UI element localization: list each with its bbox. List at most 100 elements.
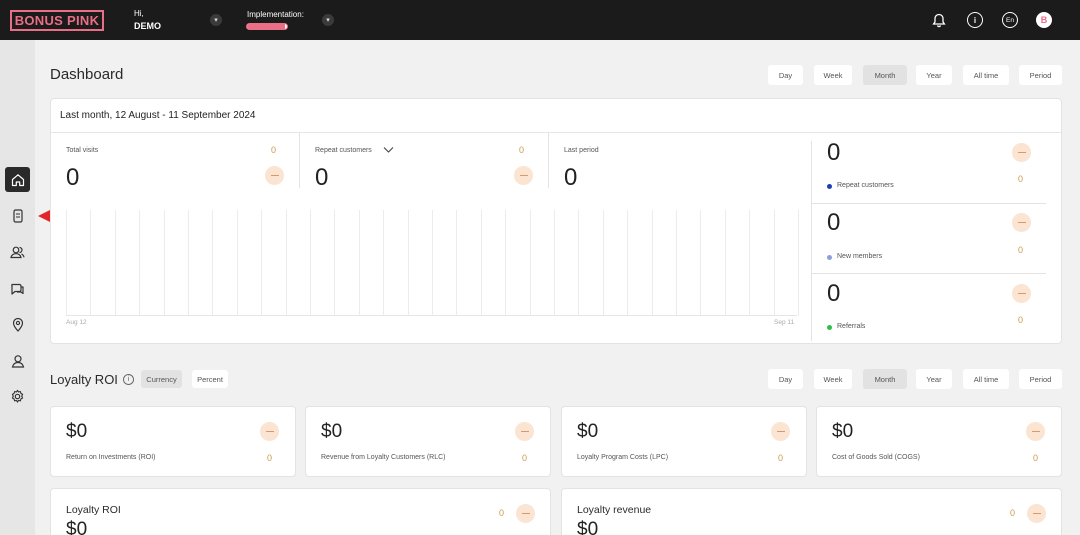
chart-gridline (676, 210, 677, 316)
roi-metric-delta: 0 (267, 453, 273, 463)
sidebar-item-profile[interactable] (5, 348, 30, 373)
roi-metric-delta: 0 (778, 453, 784, 463)
logo[interactable]: BONUS PINK (10, 10, 104, 31)
last-period-value: 0 (564, 164, 578, 191)
legend-dot (827, 325, 832, 330)
chart-gridline (798, 210, 799, 316)
period-year-button[interactable]: Year (916, 65, 952, 85)
period-period-button[interactable]: Period (1019, 369, 1062, 389)
chat-icon (11, 283, 24, 295)
repeat-customers-value: 0 (315, 164, 329, 191)
chart-gridline (505, 210, 507, 316)
chart-gridline (212, 210, 214, 316)
repeat-customers-legend: Repeat customers (837, 182, 894, 189)
roi-metric-delta: 0 (1033, 453, 1039, 463)
chart-gridline (383, 210, 385, 316)
sidebar-item-home[interactable] (5, 167, 30, 192)
chart-gridline (139, 210, 141, 316)
chart-gridline (480, 210, 482, 316)
legend-dot (827, 184, 832, 189)
chart-gridline (749, 210, 751, 316)
trend-neutral-icon (265, 166, 284, 185)
sidebar-item-locations[interactable] (5, 312, 30, 337)
period-day-button[interactable]: Day (768, 369, 803, 389)
mode-percent-button[interactable]: Percent (192, 370, 228, 388)
receipt-icon (12, 208, 23, 223)
roi-metric-label: Cost of Goods Sold (COGS) (832, 454, 920, 461)
referrals-legend: Referrals (837, 323, 866, 330)
user-menu-chevron-down-icon[interactable]: ▾ (210, 14, 222, 26)
trend-neutral-icon (515, 422, 534, 441)
sidebar-item-settings[interactable] (5, 384, 30, 409)
trend-neutral-icon (1012, 284, 1031, 303)
overview-card: Last month, 12 August - 11 September 202… (50, 98, 1062, 344)
implementation-progress (246, 23, 288, 30)
referrals-value: 0 (827, 280, 841, 307)
top-bar: BONUS PINK Hi, DEMO ▾ Implementation: ▾ … (0, 0, 1080, 40)
sidebar-item-messages[interactable] (5, 276, 30, 301)
roi-metric-value: $0 (66, 421, 88, 442)
new-members-legend: New members (837, 253, 883, 260)
chart-gridline (724, 210, 726, 316)
sidebar-item-receipts[interactable] (5, 203, 30, 228)
loyalty-roi-card-value: $0 (66, 519, 88, 535)
trend-neutral-icon (514, 166, 533, 185)
trend-neutral-icon (260, 422, 279, 441)
period-all-time-button[interactable]: All time (963, 65, 1009, 85)
greeting: Hi, (134, 9, 144, 18)
user-icon (11, 354, 24, 368)
period-period-button[interactable]: Period (1019, 65, 1062, 85)
period-week-button[interactable]: Week (814, 369, 852, 389)
legend-dot (827, 255, 832, 260)
page-title: Dashboard (50, 66, 124, 83)
implementation-chevron-down-icon[interactable]: ▾ (322, 14, 334, 26)
chart-gridline (310, 210, 311, 316)
total-visits-delta: 0 (271, 145, 277, 155)
roi-metric-value: $0 (321, 421, 343, 442)
period-year-button[interactable]: Year (916, 369, 952, 389)
repeat-customers-label: Repeat customers (315, 147, 372, 154)
info-icon[interactable]: i (966, 11, 984, 29)
total-visits-value: 0 (66, 164, 80, 191)
chevron-down-icon[interactable] (383, 146, 394, 154)
chart-gridline (285, 210, 287, 316)
chart-gridline (529, 210, 531, 316)
loyalty-roi-card-delta: 0 (499, 508, 505, 518)
axis-end-label: Sep 11 (774, 319, 795, 326)
chart-gridline (407, 210, 409, 316)
chart-gridline (163, 210, 165, 316)
mode-currency-button[interactable]: Currency (141, 370, 182, 388)
language-button[interactable]: En (1001, 11, 1019, 29)
roi-metric-delta: 0 (522, 453, 528, 463)
chart-gridline (554, 210, 555, 316)
roi-metric-label: Loyalty Program Costs (LPC) (577, 454, 669, 461)
period-month-button[interactable]: Month (863, 369, 907, 389)
gear-icon (11, 389, 24, 403)
period-all-time-button[interactable]: All time (963, 369, 1009, 389)
home-icon (11, 173, 24, 186)
chart-gridline (578, 210, 580, 316)
period-day-button[interactable]: Day (768, 65, 803, 85)
trend-neutral-icon (1027, 504, 1046, 523)
period-week-button[interactable]: Week (814, 65, 852, 85)
chart-gridline (700, 210, 702, 316)
loyalty-roi-card (50, 488, 551, 535)
bell-icon[interactable] (930, 11, 948, 29)
info-icon[interactable]: i (123, 374, 134, 385)
avatar[interactable]: B (1036, 12, 1052, 28)
loyalty-revenue-card-value: $0 (577, 519, 599, 535)
loyalty-roi-card-title: Loyalty ROI (66, 504, 121, 516)
repeat-customers-side-value: 0 (827, 139, 841, 166)
roi-metric-value: $0 (832, 421, 854, 442)
chart-gridline (261, 210, 263, 316)
trend-neutral-icon (1012, 213, 1031, 232)
sidebar-item-customers[interactable] (5, 239, 30, 264)
roi-metric-label: Return on Investments (ROI) (66, 454, 156, 461)
range-title: Last month, 12 August - 11 September 202… (51, 99, 1061, 133)
chart-gridline (627, 210, 629, 316)
language-label: En (1002, 12, 1018, 28)
period-month-button[interactable]: Month (863, 65, 907, 85)
chart-gridline (236, 210, 238, 316)
trend-neutral-icon (1012, 143, 1031, 162)
roi-section-title: Loyalty ROI (50, 372, 118, 387)
